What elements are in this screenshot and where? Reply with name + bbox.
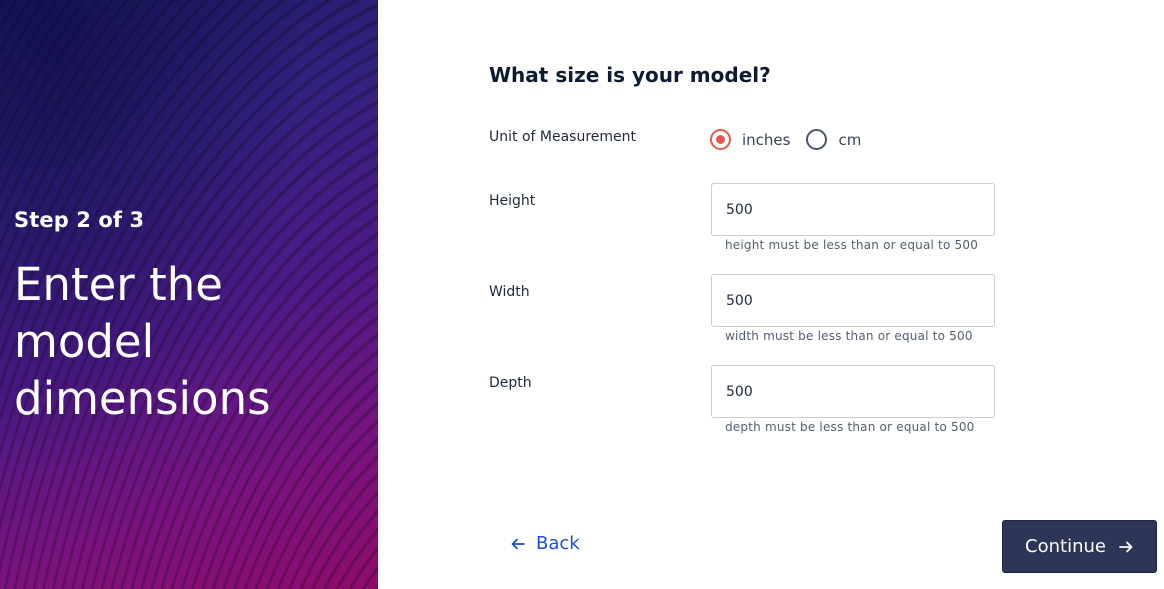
height-label: Height: [489, 193, 536, 209]
radio-cm[interactable]: [806, 129, 828, 150]
back-label: Back: [536, 533, 580, 554]
width-input[interactable]: [711, 274, 995, 327]
width-label: Width: [489, 284, 530, 300]
radio-inches[interactable]: [710, 129, 731, 150]
unit-label: Unit of Measurement: [489, 129, 637, 145]
arrow-left-icon: [511, 538, 525, 549]
depth-label: Depth: [489, 375, 532, 391]
depth-input[interactable]: [711, 365, 995, 418]
height-input[interactable]: [711, 183, 995, 236]
arrow-right-icon: [1119, 541, 1133, 552]
back-button[interactable]: Back: [510, 533, 580, 554]
radio-cm-label[interactable]: cm: [838, 131, 861, 149]
radio-inches-label[interactable]: inches: [742, 131, 790, 149]
form-title: What size is your model?: [489, 63, 771, 87]
hero-panel: Step 2 of 3 Enter the model dimensions: [0, 0, 378, 589]
width-hint: width must be less than or equal to 500: [725, 329, 973, 343]
hero-title: Enter the model dimensions: [14, 258, 271, 425]
step-indicator: Step 2 of 3: [14, 208, 145, 232]
page: Step 2 of 3 Enter the model dimensions W…: [0, 0, 1164, 589]
height-hint: height must be less than or equal to 500: [725, 238, 979, 252]
continue-label: Continue: [1025, 536, 1106, 557]
depth-hint: depth must be less than or equal to 500: [725, 420, 975, 434]
unit-radio-group: inches cm: [710, 129, 877, 150]
continue-button[interactable]: Continue: [1002, 520, 1157, 573]
